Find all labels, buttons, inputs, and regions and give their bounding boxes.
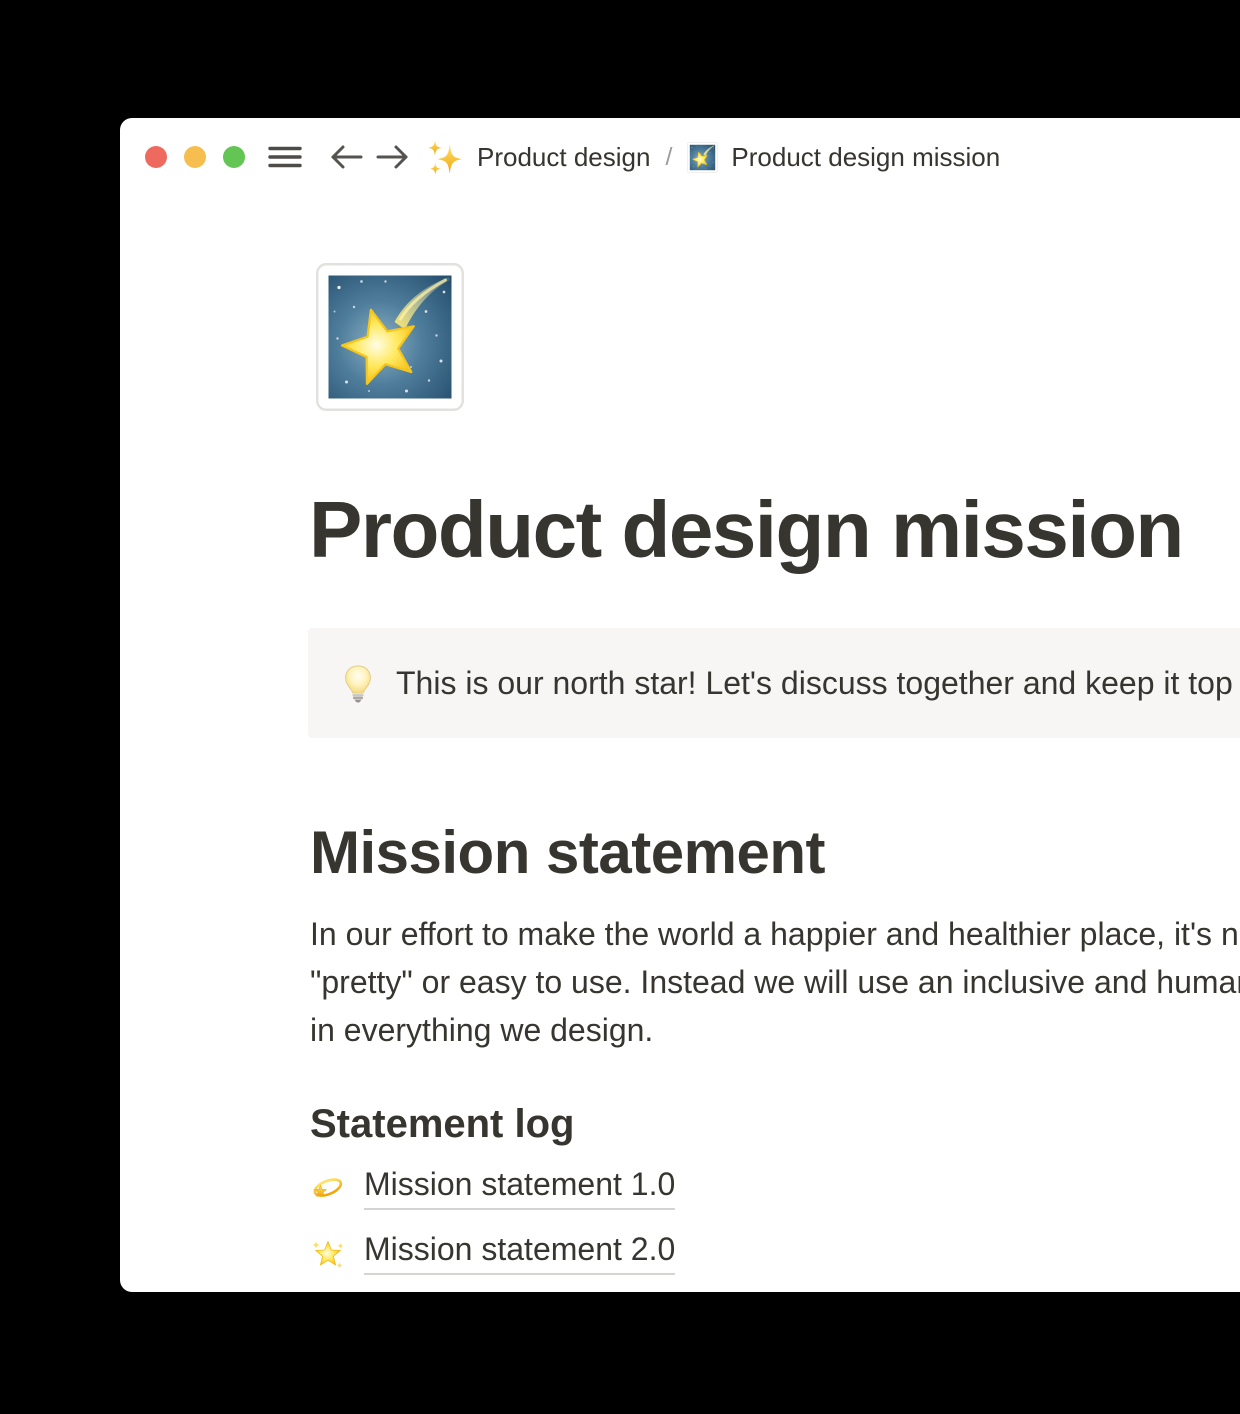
statement-log-heading[interactable]: Statement log bbox=[310, 1100, 574, 1148]
breadcrumb: Product design / Product design mission bbox=[426, 135, 1000, 179]
maximize-window-button[interactable] bbox=[223, 146, 245, 168]
dizzy-star-icon bbox=[310, 1170, 346, 1206]
breadcrumb-parent-label: Product design bbox=[477, 142, 650, 173]
light-bulb-icon bbox=[338, 663, 378, 703]
page-title[interactable]: Product design mission bbox=[309, 490, 1183, 570]
breadcrumb-separator: / bbox=[665, 143, 672, 172]
page-link-mission-statement-1[interactable]: Mission statement 1.0 bbox=[310, 1164, 675, 1212]
page-link-label: Mission statement 2.0 bbox=[364, 1231, 675, 1275]
breadcrumb-item-current[interactable]: Product design mission bbox=[687, 142, 1000, 173]
sparkles-icon bbox=[426, 138, 464, 176]
mission-statement-heading[interactable]: Mission statement bbox=[310, 820, 825, 886]
app-window: Product design / Product design mission … bbox=[120, 118, 1240, 1292]
paragraph-line: "pretty" or easy to use. Instead we will… bbox=[310, 958, 1240, 1006]
forward-arrow-icon[interactable] bbox=[375, 143, 411, 171]
desktop-background: Product design / Product design mission … bbox=[0, 0, 1240, 1414]
back-arrow-icon[interactable] bbox=[328, 143, 364, 171]
breadcrumb-current-label: Product design mission bbox=[731, 142, 1000, 173]
close-window-button[interactable] bbox=[145, 146, 167, 168]
window-toolbar: Product design / Product design mission bbox=[120, 118, 1240, 196]
paragraph-line: In our effort to make the world a happie… bbox=[310, 910, 1240, 958]
callout-block[interactable]: This is our north star! Let's discuss to… bbox=[308, 628, 1240, 738]
callout-text: This is our north star! Let's discuss to… bbox=[396, 665, 1240, 702]
mission-paragraph[interactable]: In our effort to make the world a happie… bbox=[310, 910, 1240, 1054]
sidebar-menu-icon[interactable] bbox=[268, 146, 302, 168]
page-icon[interactable] bbox=[315, 262, 465, 412]
shooting-star-icon bbox=[687, 142, 718, 173]
minimize-window-button[interactable] bbox=[184, 146, 206, 168]
page-link-mission-statement-2[interactable]: Mission statement 2.0 bbox=[310, 1229, 675, 1277]
shooting-star-icon bbox=[315, 262, 465, 412]
page-link-label: Mission statement 1.0 bbox=[364, 1166, 675, 1210]
paragraph-line: in everything we design. bbox=[310, 1006, 1240, 1054]
glowing-star-icon bbox=[310, 1235, 346, 1271]
breadcrumb-item-parent[interactable]: Product design bbox=[426, 138, 650, 176]
